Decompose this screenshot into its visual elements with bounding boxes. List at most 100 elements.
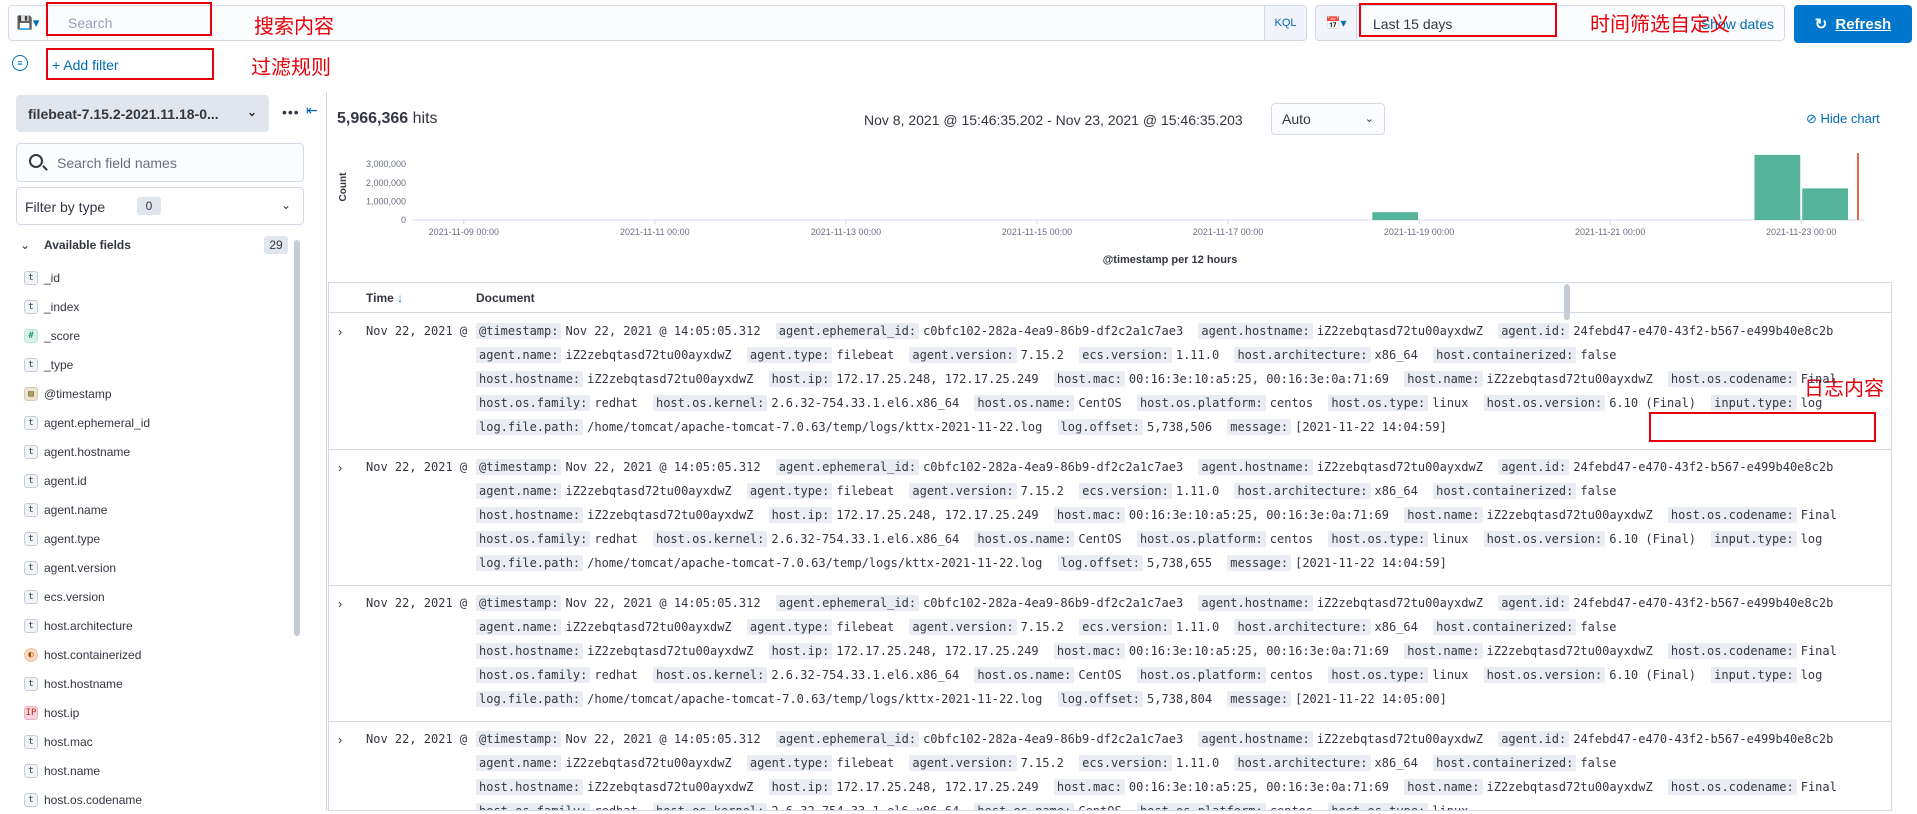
field-item[interactable]: t agent.version: [24, 553, 284, 582]
field-item[interactable]: t host.mac: [24, 727, 284, 756]
document-field: host.os.type: linux: [1328, 395, 1476, 411]
field-item[interactable]: ▤ @timestamp: [24, 379, 284, 408]
field-item[interactable]: t host.name: [24, 756, 284, 785]
field-key: host.os.kernel:: [652, 803, 768, 810]
field-item[interactable]: t host.os.codename: [24, 785, 284, 814]
field-type-icon: t: [24, 299, 38, 314]
document-field: agent.hostname: iZ2zebqtasd72tu00ayxdwZ: [1198, 323, 1491, 339]
field-item[interactable]: t agent.ephemeral_id: [24, 408, 284, 437]
field-key: host.containerized:: [1433, 755, 1577, 771]
annotation-box-time: [1359, 3, 1557, 37]
collapse-sidebar-icon[interactable]: ⇤: [306, 102, 318, 119]
field-value: linux: [1432, 532, 1469, 546]
field-key: host.os.name:: [974, 803, 1075, 810]
table-row[interactable]: › Nov 22, 2021 @ 14:05:05.312 @timestamp: N…: [329, 450, 1891, 586]
table-row[interactable]: › Nov 22, 2021 @ 14:05:05.312 @timestamp: N…: [329, 314, 1891, 450]
field-key: host.hostname:: [476, 371, 584, 387]
field-key: agent.hostname:: [1198, 323, 1313, 339]
document-field: host.os.codename: Final: [1667, 779, 1845, 795]
field-item[interactable]: t ecs.version: [24, 582, 284, 611]
expand-row-icon[interactable]: ›: [338, 324, 342, 339]
search-field[interactable]: Search: [48, 5, 1265, 41]
saved-query-button[interactable]: 💾▾: [8, 5, 48, 41]
document-field: input.type: log: [1711, 531, 1830, 547]
available-fields-header[interactable]: ⌄ Available fields 29: [20, 236, 288, 256]
hide-chart-button[interactable]: ⊘ Hide chart: [1806, 111, 1880, 127]
index-pattern-selector[interactable]: filebeat-7.15.2-2021.11.18-0... ⌄: [16, 95, 269, 132]
field-name: host.architecture: [44, 618, 133, 633]
field-type-icon: t: [24, 589, 38, 604]
table-scrollbar[interactable]: [1564, 284, 1570, 320]
field-item[interactable]: t agent.hostname: [24, 437, 284, 466]
field-item[interactable]: t _type: [24, 350, 284, 379]
available-fields-label: Available fields: [44, 238, 131, 252]
expand-row-icon[interactable]: ›: [338, 596, 342, 611]
field-key: host.containerized:: [1433, 347, 1577, 363]
field-item[interactable]: IP host.ip: [24, 698, 284, 727]
field-name: _score: [44, 328, 81, 343]
field-value: iZ2zebqtasd72tu00ayxdwZ: [587, 372, 754, 386]
field-item[interactable]: t _id: [24, 263, 284, 292]
field-item[interactable]: t host.hostname: [24, 669, 284, 698]
document-field: host.mac: 00:16:3e:10:a5:25, 00:16:3e:0a:…: [1053, 643, 1397, 659]
field-value: 6.10 (Final): [1609, 396, 1696, 410]
refresh-button[interactable]: ↻ Refresh: [1794, 5, 1912, 43]
document-field: host.os.name: CentOS: [974, 531, 1129, 547]
field-key: agent.version:: [909, 483, 1017, 499]
y-tick-label: 2,000,000: [366, 178, 406, 188]
field-name: _index: [44, 299, 80, 314]
document-field: ecs.version: 1.11.0: [1079, 619, 1227, 635]
document-field: agent.version: 7.15.2: [909, 347, 1072, 363]
field-item[interactable]: t agent.type: [24, 524, 284, 553]
expand-row-icon[interactable]: ›: [338, 460, 342, 475]
field-name: ecs.version: [44, 589, 105, 604]
annotation-label-time: 时间筛选自定义: [1590, 12, 1730, 36]
expand-row-icon[interactable]: ›: [338, 732, 342, 747]
chevron-down-icon: ⌄: [280, 198, 291, 212]
document-body: @timestamp: Nov 22, 2021 @ 14:05:05.312 a…: [476, 727, 1866, 810]
table-row[interactable]: › Nov 22, 2021 @ 14:05:05.312 @timestamp: N…: [329, 586, 1891, 722]
time-range-label: Nov 8, 2021 @ 15:46:35.202 - Nov 23, 202…: [864, 112, 1243, 128]
field-key: host.name:: [1404, 507, 1483, 523]
hits-counter: 5,966,366 hits: [337, 110, 438, 128]
field-item[interactable]: t host.architecture: [24, 611, 284, 640]
document-field: host.os.name: CentOS: [974, 395, 1129, 411]
document-field: agent.hostname: iZ2zebqtasd72tu00ayxdwZ: [1198, 459, 1491, 475]
document-field: host.os.family: redhat: [476, 531, 646, 547]
field-item[interactable]: t agent.id: [24, 466, 284, 495]
field-type-icon: t: [24, 560, 38, 575]
field-value: filebeat: [836, 484, 895, 498]
field-name: agent.ephemeral_id: [44, 415, 151, 430]
field-key: log.file.path:: [476, 419, 584, 435]
field-search-input[interactable]: Search field names: [16, 143, 304, 182]
interval-select[interactable]: Auto ⌄: [1271, 103, 1385, 135]
field-key: agent.name:: [476, 347, 562, 363]
field-item[interactable]: ◐ host.containerized: [24, 640, 284, 669]
field-value: 7.15.2: [1020, 756, 1064, 770]
filter-by-type-button[interactable]: Filter by type 0 ⌄: [16, 187, 304, 225]
field-value: Nov 22, 2021 @ 14:05:05.312: [565, 324, 761, 338]
kql-toggle-button[interactable]: KQL: [1265, 5, 1307, 41]
field-item[interactable]: # _score: [24, 321, 284, 350]
field-value: linux: [1432, 668, 1469, 682]
document-field: agent.type: filebeat: [746, 483, 902, 499]
document-field: host.mac: 00:16:3e:10:a5:25, 00:16:3e:0a:…: [1053, 371, 1397, 387]
field-value: iZ2zebqtasd72tu00ayxdwZ: [565, 756, 732, 770]
filter-menu-icon[interactable]: ≡: [12, 55, 28, 71]
field-item[interactable]: t _index: [24, 292, 284, 321]
field-key: host.architecture:: [1234, 619, 1371, 635]
more-options-icon[interactable]: •••: [282, 104, 300, 120]
field-item[interactable]: t agent.name: [24, 495, 284, 524]
sidebar-scrollbar[interactable]: [294, 240, 300, 636]
histogram-bar: [1802, 188, 1849, 220]
field-key: host.os.name:: [974, 531, 1075, 547]
document-field: host.architecture: x86_64: [1234, 347, 1425, 363]
table-row[interactable]: › Nov 22, 2021 @ 14:05:05.312 @timestamp: N…: [329, 722, 1891, 810]
column-header-time[interactable]: Time ↓: [366, 291, 403, 305]
annotation-box-filter: [46, 48, 214, 80]
field-key: ecs.version:: [1079, 347, 1172, 363]
field-value: 172.17.25.248, 172.17.25.249: [836, 780, 1039, 794]
field-value: redhat: [594, 668, 638, 682]
field-key: agent.type:: [746, 347, 833, 363]
date-quick-menu-button[interactable]: 📅▾: [1315, 5, 1357, 41]
